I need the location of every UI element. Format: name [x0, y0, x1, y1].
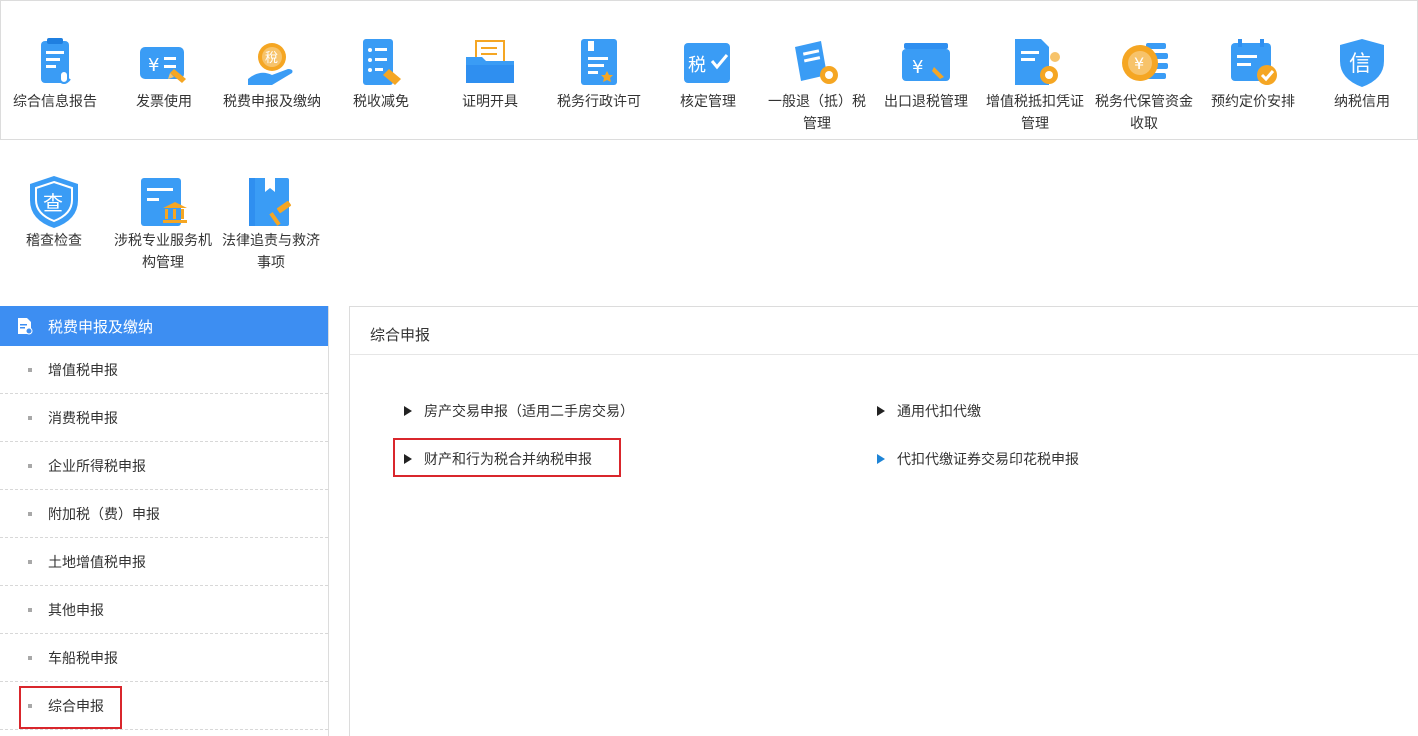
bullet-icon: [28, 415, 32, 420]
tax-reduction-icon: [363, 39, 401, 85]
svg-text:查: 查: [43, 191, 63, 215]
link-label: 房产交易申报（适用二手房交易）: [424, 404, 634, 420]
nav-tile-tax-reduction[interactable]: 税收减免: [327, 35, 435, 113]
link-securities-stamp-duty[interactable]: 代扣代缴证券交易印花税申报: [877, 449, 1079, 469]
nav-tile-label: 税务代保管资金收取: [1095, 94, 1193, 132]
admin-license-icon: [581, 39, 617, 85]
nav-tile-comprehensive-report[interactable]: 综合信息报告: [1, 35, 109, 113]
sidebar-item-label: 增值税申报: [48, 362, 118, 379]
nav-tile-label: 发票使用: [136, 94, 192, 110]
sidebar-item-other[interactable]: 其他申报: [0, 586, 328, 634]
nav-tile-label: 增值税抵扣凭证管理: [986, 94, 1084, 132]
sidebar-header: 税费申报及缴纳: [0, 306, 328, 346]
nav-tile-label: 出口退税管理: [884, 94, 968, 110]
sidebar-item-label: 土地增值税申报: [48, 554, 146, 571]
nav-tile-label: 税务行政许可: [557, 94, 641, 110]
nav-tile-label: 稽查检查: [26, 233, 82, 249]
svg-text:稅: 稅: [265, 51, 278, 66]
top-nav-row-2: 查 稽查检查 涉税专业服务机构管理 法律追责与救济事项: [0, 140, 1418, 306]
content-panel: 综合申报 房产交易申报（适用二手房交易） 通用代扣代缴 财产和行为税合并纳税申报…: [349, 306, 1418, 736]
link-label: 通用代扣代缴: [897, 404, 981, 420]
nav-tile-tax-credit[interactable]: 信 纳税信用: [1308, 35, 1416, 113]
nav-tile-vat-voucher[interactable]: 增值税抵扣凭证管理: [981, 35, 1089, 135]
triangle-right-icon: [877, 406, 885, 416]
link-property-transaction[interactable]: 房产交易申报（适用二手房交易）: [404, 401, 634, 421]
bullet-icon: [28, 703, 32, 708]
bullet-icon: [28, 463, 32, 468]
refund-gear-icon: [795, 41, 838, 84]
bullet-icon: [28, 367, 32, 372]
link-property-behavior-tax[interactable]: 财产和行为税合并纳税申报: [404, 449, 592, 469]
nav-tile-tax-verify[interactable]: 税 核定管理: [654, 35, 762, 113]
nav-tile-refund-management[interactable]: 一般退（抵）税管理: [763, 35, 871, 135]
svg-text:信: 信: [1349, 52, 1371, 77]
nav-tile-certificate[interactable]: 证明开具: [436, 35, 544, 113]
custody-coin-icon: ¥: [1122, 43, 1168, 81]
sidebar-item-label: 消费税申报: [48, 410, 118, 427]
nav-tile-label: 核定管理: [680, 94, 736, 110]
sidebar-item-label: 综合申报: [48, 698, 104, 715]
sidebar-item-corporate-income-tax[interactable]: 企业所得税申报: [0, 442, 328, 490]
nav-tile-label: 涉税专业服务机构管理: [114, 233, 212, 271]
nav-tile-label: 税费申报及缴纳: [223, 94, 321, 110]
nav-tile-export-refund[interactable]: ¥ 出口退税管理: [872, 35, 980, 113]
sidebar-item-land-vat[interactable]: 土地增值税申报: [0, 538, 328, 586]
nav-tile-tax-service-institution[interactable]: 涉税专业服务机构管理: [109, 174, 217, 274]
sidebar-item-vat[interactable]: 增值税申报: [0, 346, 328, 394]
nav-tile-label: 证明开具: [462, 94, 518, 110]
bullet-icon: [28, 607, 32, 612]
nav-tile-inspection[interactable]: 查 稽查检查: [0, 174, 108, 252]
sidebar-item-label: 车船税申报: [48, 650, 118, 667]
vat-voucher-gear-icon: [1015, 39, 1060, 85]
tax-verify-icon: 税: [684, 43, 730, 83]
svg-text:¥: ¥: [1134, 54, 1144, 73]
link-general-withholding[interactable]: 通用代扣代缴: [877, 401, 981, 421]
invoice-icon: ¥: [140, 47, 186, 83]
sidebar-item-vehicle-vessel-tax[interactable]: 车船税申报: [0, 634, 328, 682]
sidebar-item-surcharge[interactable]: 附加税（费）申报: [0, 490, 328, 538]
export-refund-icon: ¥: [902, 43, 950, 81]
bullet-icon: [28, 511, 32, 516]
nav-tile-label: 预约定价安排: [1211, 94, 1295, 110]
certificate-folder-icon: [466, 40, 514, 83]
svg-text:¥: ¥: [148, 55, 159, 76]
nav-tile-admin-license[interactable]: 税务行政许可: [545, 35, 653, 113]
inspect-shield-icon: 查: [30, 176, 78, 228]
triangle-right-icon: [404, 406, 412, 416]
sidebar: 税费申报及缴纳 增值税申报 消费税申报 企业所得税申报 附加税（费）申报 土地增…: [0, 306, 329, 736]
sidebar-item-consumption-tax[interactable]: 消费税申报: [0, 394, 328, 442]
nav-tile-label: 法律追责与救济事项: [222, 233, 320, 271]
report-mic-icon: [41, 38, 71, 84]
link-label: 代扣代缴证券交易印花税申报: [897, 452, 1079, 468]
sidebar-title: 税费申报及缴纳: [48, 317, 154, 336]
bullet-icon: [28, 655, 32, 660]
nav-tile-custody-funds[interactable]: ¥ 税务代保管资金收取: [1090, 35, 1198, 135]
sidebar-item-label: 其他申报: [48, 602, 104, 619]
nav-tile-label: 税收减免: [353, 94, 409, 110]
nav-tile-label: 纳税信用: [1334, 94, 1390, 110]
nav-tile-tax-payment[interactable]: 稅 税费申报及缴纳: [218, 35, 326, 113]
triangle-right-icon: [877, 454, 885, 464]
calendar-check-icon: [1231, 39, 1277, 85]
bullet-icon: [28, 559, 32, 564]
nav-tile-legal-remedy[interactable]: 法律追责与救济事项: [217, 174, 325, 274]
svg-text:¥: ¥: [912, 57, 923, 78]
nav-tile-invoice[interactable]: ¥ 发票使用: [110, 35, 218, 113]
nav-tile-pricing-arrangement[interactable]: 预约定价安排: [1199, 35, 1307, 113]
law-book-gavel-icon: [249, 178, 292, 226]
link-label: 财产和行为税合并纳税申报: [424, 452, 592, 468]
top-nav-row-1: 综合信息报告 ¥ 发票使用 稅 税费申报及缴纳 税收减免 证明开具 税务行政许可…: [0, 0, 1418, 140]
sidebar-item-comprehensive[interactable]: 综合申报: [0, 682, 328, 730]
sidebar-item-label: 企业所得税申报: [48, 458, 146, 475]
svg-text:税: 税: [688, 55, 706, 76]
triangle-right-icon: [404, 454, 412, 464]
nav-tile-label: 综合信息报告: [13, 94, 97, 110]
tax-payment-hand-icon: 稅: [248, 43, 293, 85]
document-icon: [18, 318, 33, 335]
institution-icon: [141, 178, 187, 226]
sidebar-item-label: 附加税（费）申报: [48, 506, 160, 523]
nav-tile-label: 一般退（抵）税管理: [768, 94, 866, 132]
credit-shield-icon: 信: [1340, 39, 1384, 87]
panel-title: 综合申报: [350, 307, 1418, 355]
